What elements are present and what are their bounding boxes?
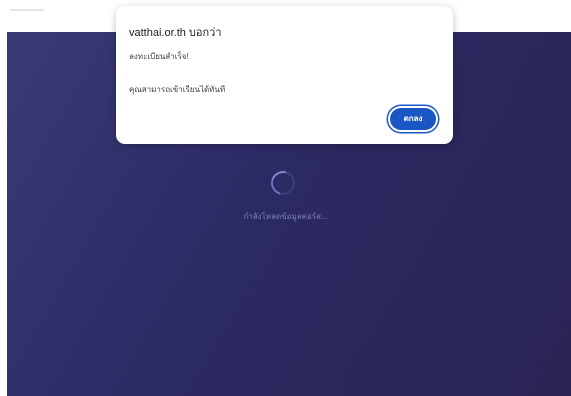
dialog-message-line2: คุณสามารถเข้าเรียนได้ทันที (129, 85, 226, 94)
dialog-title: vatthai.or.th บอกว่า (129, 27, 222, 39)
alert-dialog: vatthai.or.th บอกว่า ลงทะเบียนสำเร็จ! คุ… (116, 6, 453, 144)
ok-button[interactable]: ตกลง (390, 108, 436, 130)
loading-text: กำลังโหลดข้อมูลคอร์ส... (243, 212, 328, 221)
browser-screen: กำลังโหลดข้อมูลคอร์ส... vatthai.or.th บอ… (0, 0, 571, 396)
top-bar-divider (10, 9, 44, 11)
dialog-message-line1: ลงทะเบียนสำเร็จ! (129, 52, 189, 61)
